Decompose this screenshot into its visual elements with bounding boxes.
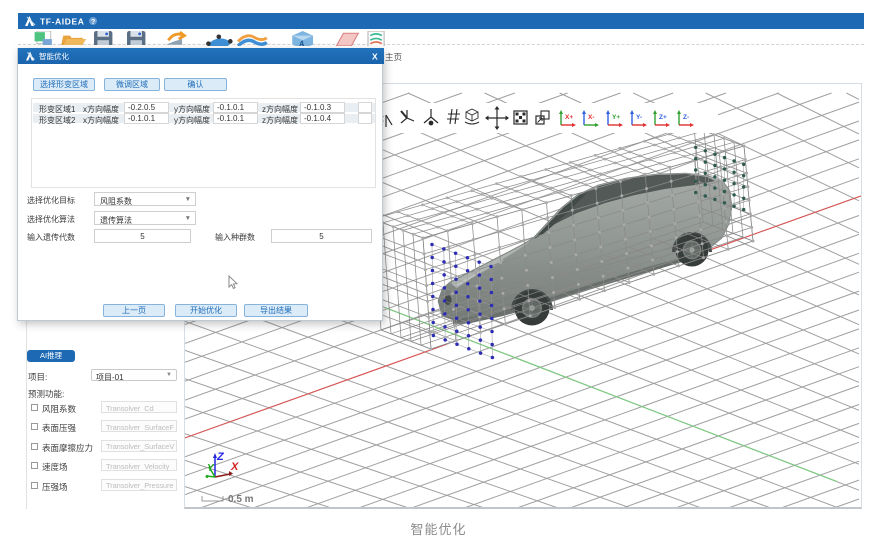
svg-text:X: X: [230, 461, 239, 473]
svg-text:X: X: [372, 52, 378, 62]
svg-text:Y: Y: [207, 463, 215, 474]
svg-text:Z+: Z+: [659, 114, 667, 121]
svg-text:A: A: [299, 41, 304, 46]
svg-text:Z: Z: [216, 451, 225, 463]
svg-text:X-: X-: [588, 114, 595, 121]
svg-text:Y-: Y-: [636, 114, 642, 121]
svg-text:X+: X+: [565, 114, 573, 121]
svg-text:0.5 m: 0.5 m: [228, 494, 254, 505]
svg-text:TF-AIDEA: TF-AIDEA: [40, 17, 84, 27]
svg-text:智能优化: 智能优化: [39, 51, 69, 61]
svg-text:Y+: Y+: [612, 114, 620, 121]
svg-text:?: ?: [91, 19, 95, 26]
svg-text:Z-: Z-: [683, 114, 689, 121]
